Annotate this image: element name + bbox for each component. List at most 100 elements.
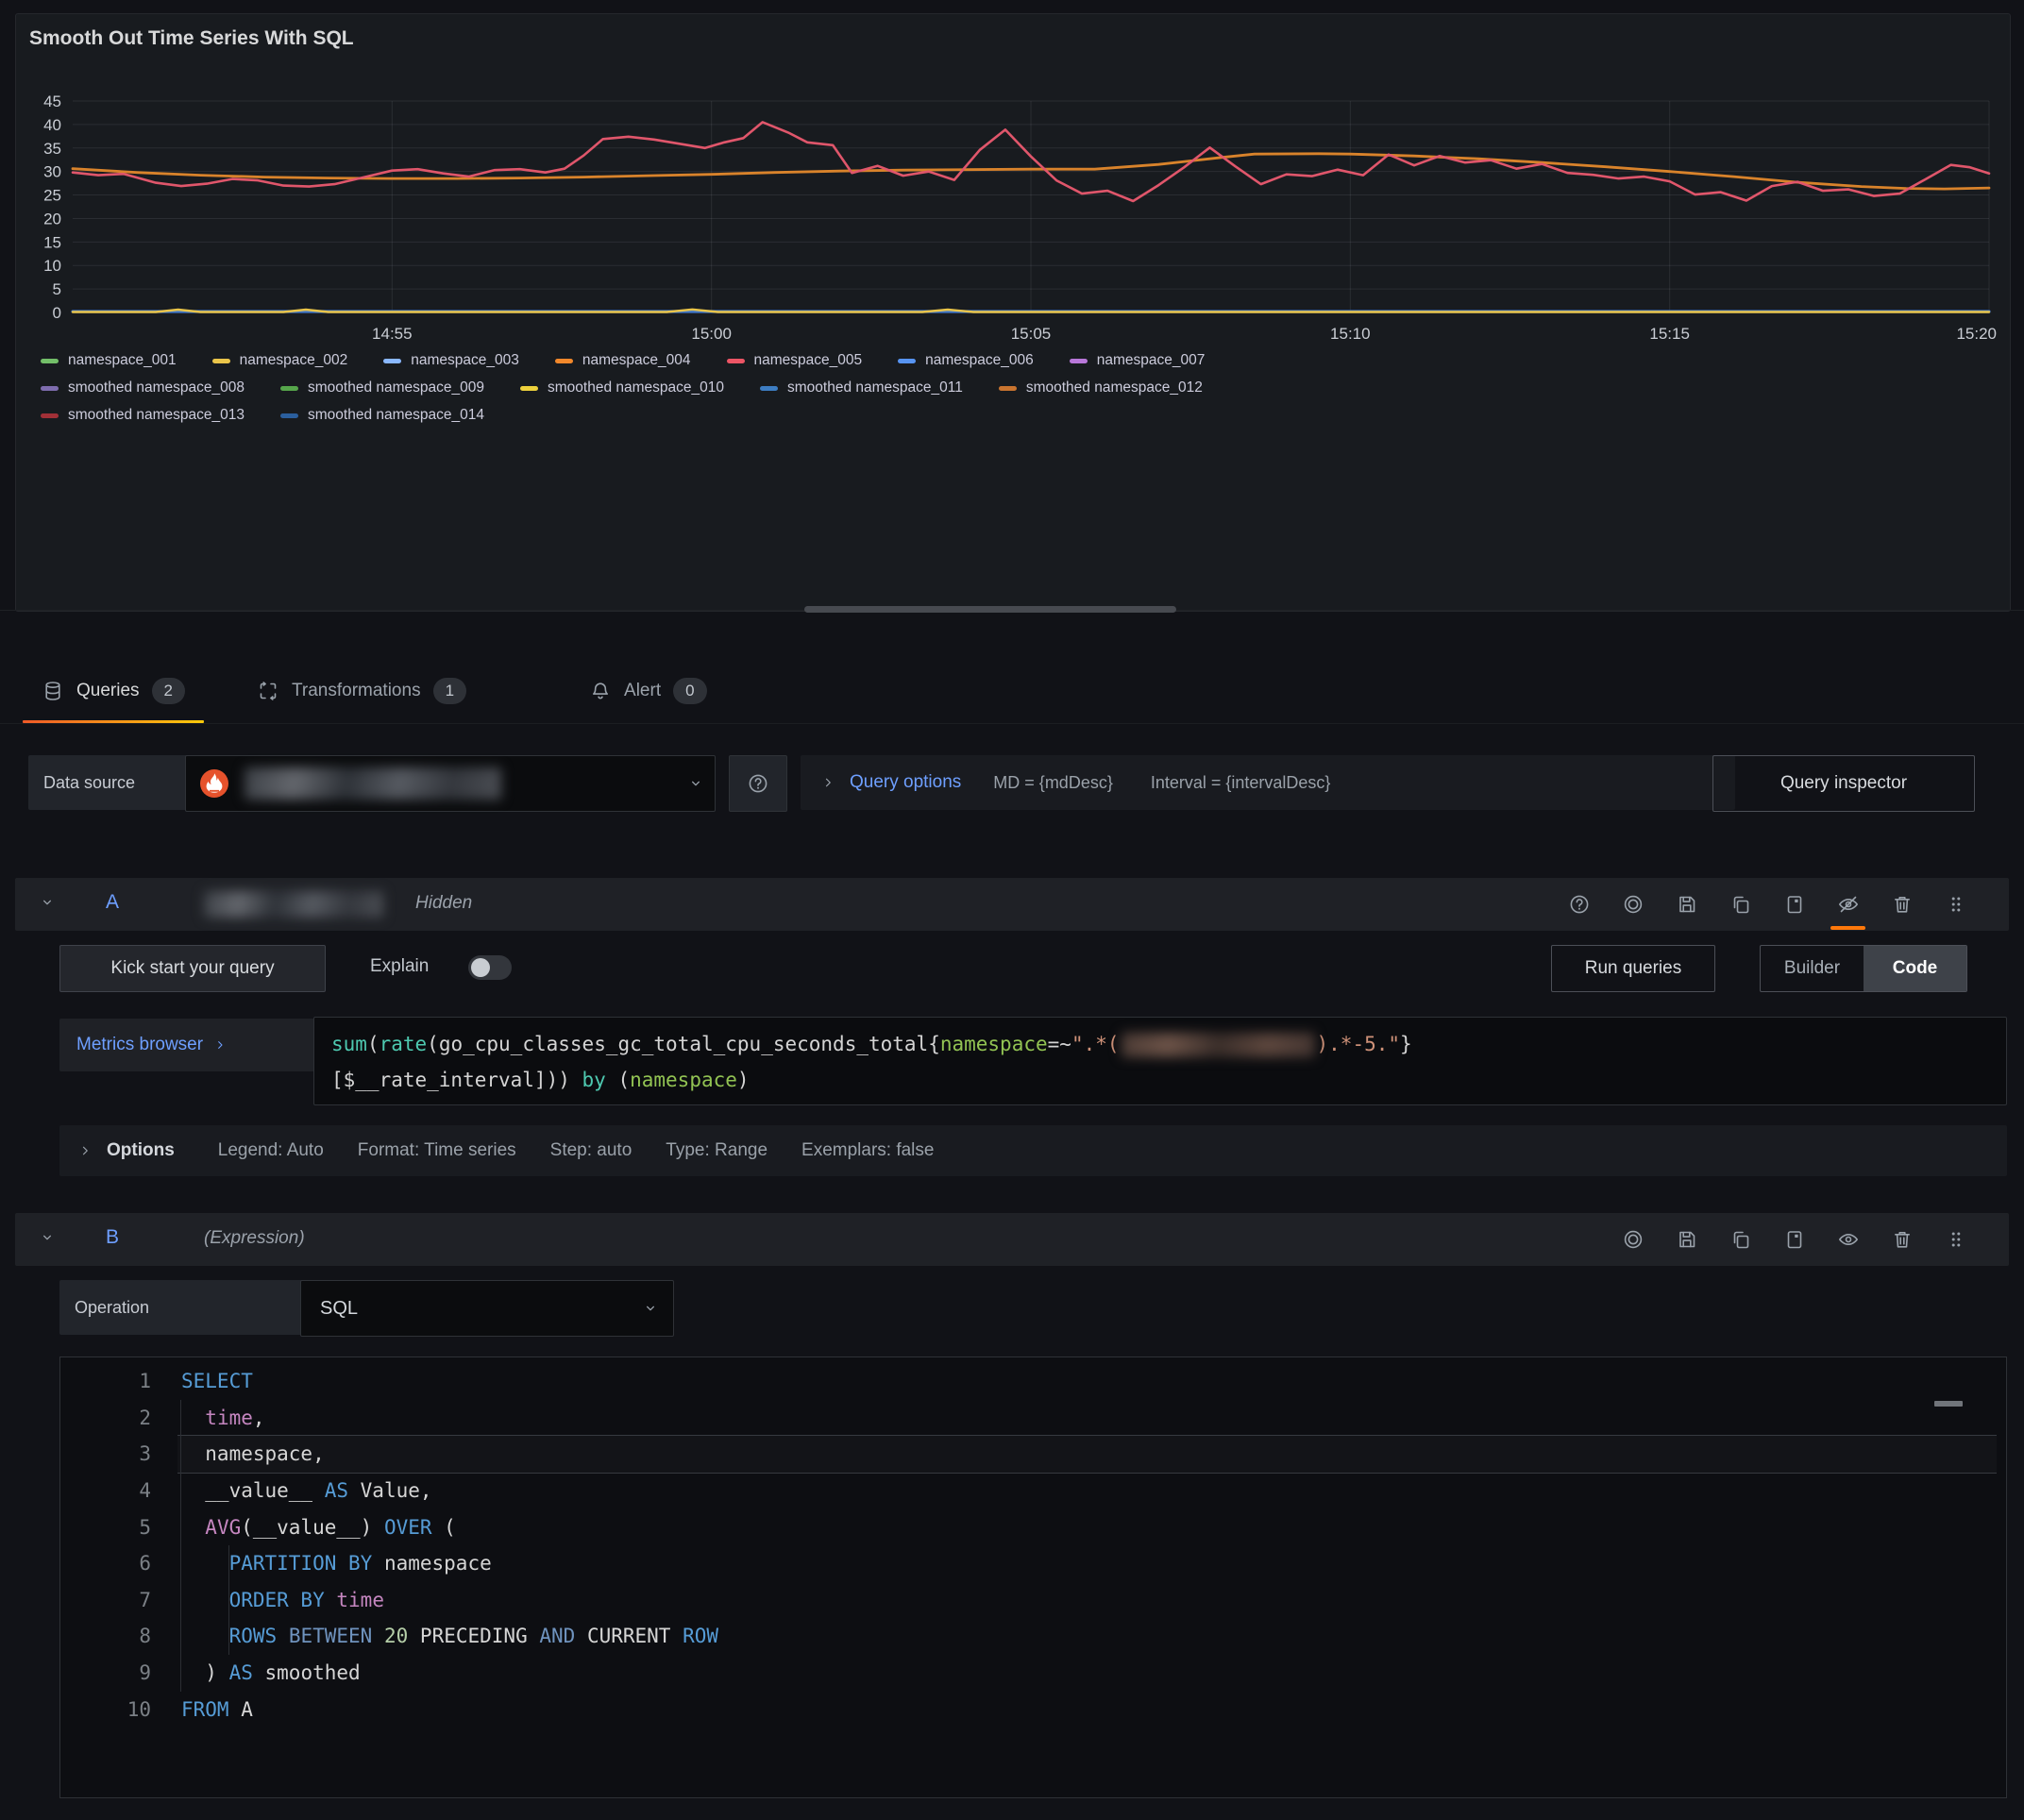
bell-icon xyxy=(589,680,612,702)
code-line[interactable]: 7 ORDER BY time xyxy=(60,1582,2006,1619)
svg-text:15: 15 xyxy=(43,233,61,251)
run-queries-button[interactable]: Run queries xyxy=(1551,945,1715,992)
legend-label: smoothed namespace_012 xyxy=(1026,379,1203,396)
code-line[interactable]: 1SELECT xyxy=(60,1363,2006,1400)
code-line[interactable]: 2 time, xyxy=(60,1400,2006,1437)
legend-label: namespace_003 xyxy=(411,352,519,369)
line-number: 5 xyxy=(60,1516,181,1539)
save-icon[interactable] xyxy=(1660,885,1713,923)
svg-text:14:55: 14:55 xyxy=(372,325,413,343)
legend-item[interactable]: smoothed namespace_014 xyxy=(280,407,484,424)
svg-text:15:00: 15:00 xyxy=(691,325,732,343)
help-circle-icon[interactable] xyxy=(1552,885,1606,923)
eye-off-icon[interactable] xyxy=(1821,885,1875,923)
legend-item[interactable]: smoothed namespace_012 xyxy=(999,379,1203,396)
sql-lines: 1SELECT2 time,3 namespace,4 __value__ AS… xyxy=(60,1363,2006,1727)
legend-item[interactable]: namespace_007 xyxy=(1070,352,1206,369)
query-options-md-summary: MD = {mdDesc} xyxy=(993,773,1113,793)
operation-select[interactable]: SQL xyxy=(300,1280,674,1337)
legend-item[interactable]: namespace_001 xyxy=(41,352,177,369)
editor-scroll-decoration[interactable] xyxy=(1934,1401,1963,1407)
svg-text:30: 30 xyxy=(43,163,61,181)
query-inspector-button[interactable]: Query inspector xyxy=(1712,755,1975,812)
code-line[interactable]: 8 ROWS BETWEEN 20 PRECEDING AND CURRENT … xyxy=(60,1618,2006,1655)
legend-swatch xyxy=(898,359,916,363)
legend-item[interactable]: smoothed namespace_008 xyxy=(41,379,245,396)
options-toggle[interactable]: Options xyxy=(107,1140,175,1161)
copy-icon[interactable] xyxy=(1713,1221,1767,1258)
legend-item[interactable]: namespace_003 xyxy=(383,352,519,369)
copy-icon[interactable] xyxy=(1713,885,1767,923)
code-line[interactable]: 3 namespace, xyxy=(60,1436,2006,1473)
tab-alert-label: Alert xyxy=(624,681,661,701)
record-icon[interactable] xyxy=(1606,885,1660,923)
sql-code-editor[interactable]: 1SELECT2 time,3 namespace,4 __value__ AS… xyxy=(59,1357,2007,1798)
redacted-text xyxy=(1122,1033,1315,1057)
tab-queries[interactable]: Queries 2 xyxy=(23,661,204,721)
tab-alert[interactable]: Alert 0 xyxy=(570,661,726,721)
datasource-help-button[interactable] xyxy=(729,755,787,812)
chevron-right-icon xyxy=(212,1037,228,1053)
operation-value: SQL xyxy=(301,1298,641,1320)
svg-text:40: 40 xyxy=(43,116,61,134)
notes-icon[interactable] xyxy=(1767,1221,1821,1258)
trash-icon[interactable] xyxy=(1875,1221,1929,1258)
line-number: 8 xyxy=(60,1625,181,1647)
legend-swatch xyxy=(41,359,59,363)
grafana-panel-editor: Smooth Out Time Series With SQL 05101520… xyxy=(0,0,2024,1820)
notes-icon[interactable] xyxy=(1767,885,1821,923)
builder-mode-button[interactable]: Builder xyxy=(1761,946,1864,991)
legend-item[interactable]: namespace_004 xyxy=(555,352,691,369)
legend-item[interactable]: smoothed namespace_013 xyxy=(41,407,245,424)
code-line[interactable]: 5 AVG(__value__) OVER ( xyxy=(60,1508,2006,1545)
svg-text:15:05: 15:05 xyxy=(1011,325,1052,343)
legend-label: smoothed namespace_011 xyxy=(787,379,963,396)
code-line[interactable]: 10FROM A xyxy=(60,1691,2006,1727)
chevron-right-icon[interactable] xyxy=(819,774,836,791)
record-icon[interactable] xyxy=(1606,1221,1660,1258)
legend-swatch xyxy=(999,386,1017,391)
save-icon[interactable] xyxy=(1660,1221,1713,1258)
option-summary-item: Legend: Auto xyxy=(218,1140,324,1161)
promql-editor[interactable]: sum(rate(go_cpu_classes_gc_total_cpu_sec… xyxy=(313,1017,2007,1105)
code-line[interactable]: 9 ) AS smoothed xyxy=(60,1655,2006,1692)
code-mode-button[interactable]: Code xyxy=(1864,946,1966,991)
svg-text:25: 25 xyxy=(43,187,61,205)
trash-icon[interactable] xyxy=(1875,885,1929,923)
legend-item[interactable]: smoothed namespace_011 xyxy=(760,379,963,396)
explain-toggle[interactable] xyxy=(468,955,512,980)
metrics-browser-button[interactable]: Metrics browser xyxy=(59,1019,341,1071)
database-icon xyxy=(42,680,64,702)
legend-label: namespace_006 xyxy=(925,352,1034,369)
svg-text:15:20: 15:20 xyxy=(1956,325,1997,343)
code-line[interactable]: 4 __value__ AS Value, xyxy=(60,1473,2006,1509)
svg-text:45: 45 xyxy=(43,93,61,110)
legend-item[interactable]: namespace_006 xyxy=(898,352,1034,369)
eye-icon[interactable] xyxy=(1821,1221,1875,1258)
legend-item[interactable]: namespace_005 xyxy=(727,352,863,369)
drag-handle-icon[interactable] xyxy=(1929,1221,1982,1258)
query-a-header[interactable]: A Hidden xyxy=(15,878,2009,931)
code-line[interactable]: 6 PARTITION BY namespace xyxy=(60,1545,2006,1582)
tab-queries-label: Queries xyxy=(76,681,140,701)
chevron-down-icon[interactable] xyxy=(38,1228,57,1247)
transform-icon xyxy=(257,680,279,702)
chevron-down-icon[interactable] xyxy=(38,893,57,912)
query-a-hidden-status: Hidden xyxy=(415,893,472,914)
query-b-header[interactable]: B (Expression) xyxy=(15,1213,2009,1266)
drag-handle-icon[interactable] xyxy=(1929,885,1982,923)
legend-item[interactable]: namespace_002 xyxy=(212,352,348,369)
chevron-right-icon[interactable] xyxy=(76,1142,93,1159)
query-a-options-row: Options Legend: AutoFormat: Time seriesS… xyxy=(59,1125,2007,1176)
legend-item[interactable]: smoothed namespace_009 xyxy=(280,379,484,396)
operation-label: Operation xyxy=(59,1280,318,1335)
query-a-actions xyxy=(1552,885,1982,923)
svg-text:0: 0 xyxy=(53,304,61,322)
tab-transformations[interactable]: Transformations 1 xyxy=(238,661,485,721)
datasource-picker[interactable] xyxy=(185,755,716,812)
legend-item[interactable]: smoothed namespace_010 xyxy=(520,379,724,396)
panel-resize-handle[interactable] xyxy=(804,606,1176,613)
kick-start-query-button[interactable]: Kick start your query xyxy=(59,945,326,992)
query-options-toggle[interactable]: Query options xyxy=(850,772,961,793)
editor-mode-switch: Builder Code xyxy=(1760,945,1967,992)
